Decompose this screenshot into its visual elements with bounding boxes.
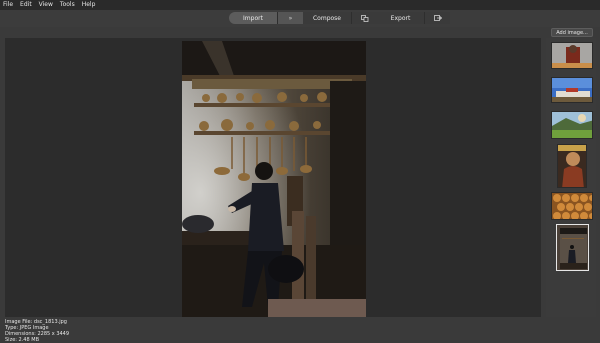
- mode-toolbar: Import » Compose Export: [0, 10, 600, 27]
- image-stage: [5, 38, 541, 317]
- export-icon: [425, 12, 450, 24]
- thumb-palace-sky[interactable]: [551, 77, 593, 103]
- tab-compose-label: Compose: [312, 14, 341, 22]
- menu-edit[interactable]: Edit: [20, 0, 32, 10]
- menu-help[interactable]: Help: [82, 0, 96, 10]
- tab-import[interactable]: Import: [229, 12, 278, 24]
- compose-icon: [352, 12, 377, 24]
- main-photo[interactable]: [182, 41, 366, 317]
- tab-export-label: Export: [390, 14, 411, 22]
- thumb-woodpile[interactable]: [551, 192, 593, 220]
- tab-import-label: Import: [243, 14, 263, 22]
- menu-file[interactable]: File: [3, 0, 13, 10]
- menu-view[interactable]: View: [39, 0, 53, 10]
- menu-bar: File Edit View Tools Help: [0, 0, 600, 10]
- thumb-monk-portrait[interactable]: [557, 144, 587, 188]
- add-image-button[interactable]: Add image...: [551, 28, 593, 37]
- mode-tabs: Import » Compose Export: [229, 12, 450, 24]
- image-info-panel: Image File: dsc_1813.jpg Type: JPEG Imag…: [0, 317, 600, 343]
- thumb-monk-candles[interactable]: [551, 42, 593, 69]
- import-arrow-icon: »: [278, 12, 303, 24]
- info-size: Size: 2.48 MB: [5, 337, 40, 343]
- thumb-kitchen-woman[interactable]: [556, 224, 589, 271]
- thumb-meadow[interactable]: [551, 111, 593, 139]
- tab-export[interactable]: Export: [377, 12, 425, 24]
- tab-compose[interactable]: Compose: [303, 12, 352, 24]
- menu-tools[interactable]: Tools: [60, 0, 75, 10]
